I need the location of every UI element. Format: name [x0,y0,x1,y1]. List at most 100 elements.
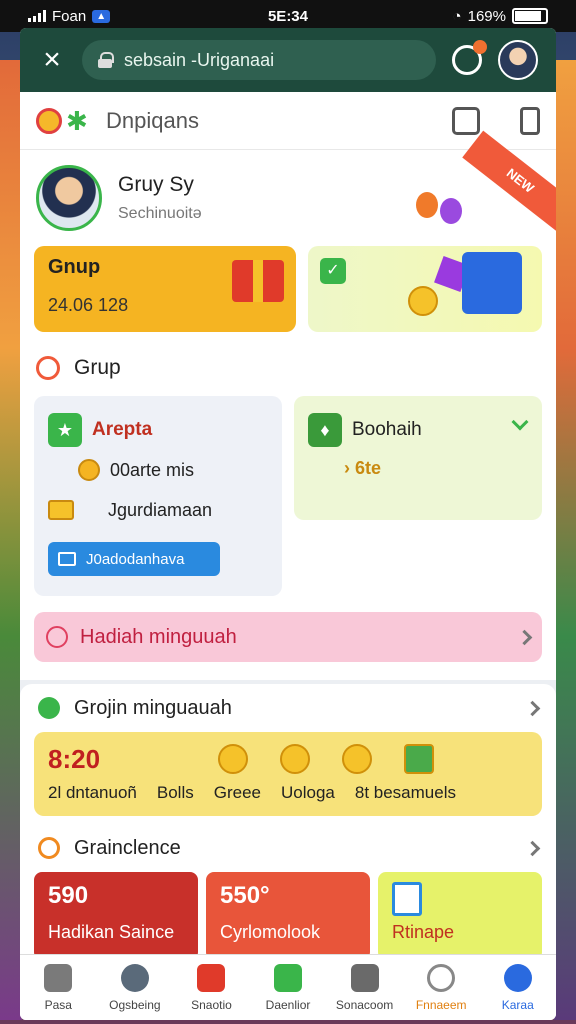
profile-name: Gruy Sy [118,173,194,196]
group-detail-card[interactable]: ★ Arepta 00arte mis Jgurdiamaan J0adodan… [34,396,282,596]
reward-label: Hadikan Saince [48,922,175,942]
app-icon: ▲ [92,9,111,23]
signal-icon [28,10,46,22]
group-card[interactable]: Gnup 24.06 128 [34,246,296,332]
clock: 5E:34 [267,7,308,25]
reward-value: 590 [48,882,89,909]
coin-icon [342,744,372,774]
battery-percent: 169% [467,7,506,25]
gift-banner-label: Hadiah minguuah [80,625,237,648]
user-icon [503,963,532,992]
chat-icon[interactable] [452,40,487,75]
top-cards: Gnup 24.06 128 ✓ [20,246,556,332]
url-text: sebsain -Uriganaai [124,49,275,70]
reward-card[interactable]: 590 Hadikan Saince [34,872,198,960]
bonus-card[interactable]: ♦ Boohaih › 6te [294,396,542,520]
cash-icon [404,744,434,774]
gift-box-icon [462,252,522,314]
profile-avatar[interactable] [36,165,102,231]
background-right [554,60,576,1020]
gift-icon [232,260,284,302]
page-title: Dnpiqans [106,107,199,133]
chevron-right-icon [524,840,541,856]
lock-icon [98,52,114,68]
shop-icon [350,963,379,992]
tab-label: Daenlior [265,997,311,1012]
think-icon [280,744,310,774]
bottom-nav: Pasa Ogsbeing Snaotio Daenlior Sonacoom … [20,954,556,1020]
balloon-icon [440,198,462,224]
card-title: Arepta [92,419,153,440]
tab-shop[interactable]: Sonacoom [326,955,403,1020]
coin-icon [78,459,100,481]
bonus-value: › 6te [344,458,382,478]
weekly-bottom: 2l dntanuoñ [48,783,137,802]
close-icon[interactable]: × [38,43,66,77]
app-logo: ✱ [36,107,92,134]
weekly-time: 8:20 [48,743,101,774]
reward-cards: 590 Hadikan Saince 550° Cyrlomolook Rtin… [20,872,556,960]
wallet-icon [274,963,303,992]
background-left [0,60,22,1020]
weekly-item[interactable]: Uologa [281,783,335,803]
browser-bar: × sebsain -Uriganaai [20,28,556,92]
gift-banner[interactable]: Hadiah minguuah [34,612,542,662]
star-icon: ★ [48,413,82,447]
reward-value: 550° [220,882,270,909]
reward-label: Rtinape [392,922,455,942]
weekly-item[interactable]: Greee [214,783,261,803]
section-header[interactable]: Grojin minguauah [20,684,556,732]
tab-label: Pasa [44,997,72,1012]
chevron-right-icon [524,700,541,716]
tab-profile[interactable]: Karaa [479,955,556,1020]
tab-shield[interactable]: Ogsbeing [97,955,174,1020]
middle-cards: ★ Arepta 00arte mis Jgurdiamaan J0adodan… [20,396,556,596]
card-line: 00arte mis [110,459,195,480]
action-button-label: J0adodanhava [86,550,185,568]
card-line: Jgurdiamaan [108,499,213,520]
smile-icon [408,286,438,316]
gift-icon [46,626,68,648]
battery-icon [511,8,548,24]
target-icon [38,837,60,859]
weekly-item[interactable]: Bolls [157,783,194,803]
shield-icon [120,963,149,992]
bonus-title: Boohaih [352,419,422,440]
tab-label: Karaa [501,997,534,1012]
url-field[interactable]: sebsain -Uriganaai [82,40,436,80]
tab-label: Fnnaeem [415,997,467,1012]
tab-label: Snaotio [191,997,232,1012]
section-title: Grup [74,356,121,379]
clock-icon [427,963,456,992]
balloon-icon [416,192,438,218]
reward-card[interactable]: Rtinape [378,872,542,960]
tab-wallet[interactable]: Daenlior [250,955,327,1020]
reward-label: Cyrlomolook [220,922,321,942]
smile-icon [218,744,248,774]
bottom-area: Grojin minguauah 8:20 2l dntanuoñ Bolls … [20,680,556,1000]
tab-history[interactable]: Fnnaeem [403,955,480,1020]
phone-icon[interactable] [520,106,540,135]
weekly-item[interactable]: 8t besamuels [355,783,456,803]
reward-card[interactable]: 550° Cyrlomolook [206,872,370,960]
check-circle-icon [38,697,60,719]
weekly-card[interactable]: 8:20 2l dntanuoñ Bolls Greee Uologa 8t b… [34,732,542,816]
avatar[interactable] [498,40,538,80]
tab-gift[interactable]: Snaotio [173,955,250,1020]
section-title: Grojin minguauah [74,696,232,719]
carrier: Foan [52,7,87,25]
profile-section: Gruy Sy Sechinuoitə NEW [20,130,556,246]
app-window: × sebsain -Uriganaai ✱ Dnpiqans Gruy Sy … [20,28,556,1020]
gold-icon [48,500,74,520]
section-header: Grup [20,340,556,396]
profile-subtitle: Sechinuoitə [118,205,202,222]
badge-icon: ♦ [308,413,342,447]
home-icon [44,963,73,992]
section-title: Grainclence [74,836,181,859]
action-button[interactable]: J0adodanhava [48,542,220,576]
tab-label: Ogsbeing [109,997,161,1012]
section-header[interactable]: Grainclence [20,824,556,872]
tab-home[interactable]: Pasa [20,955,97,1020]
rewards-card[interactable]: ✓ [308,246,542,332]
store-icon[interactable] [452,106,480,135]
